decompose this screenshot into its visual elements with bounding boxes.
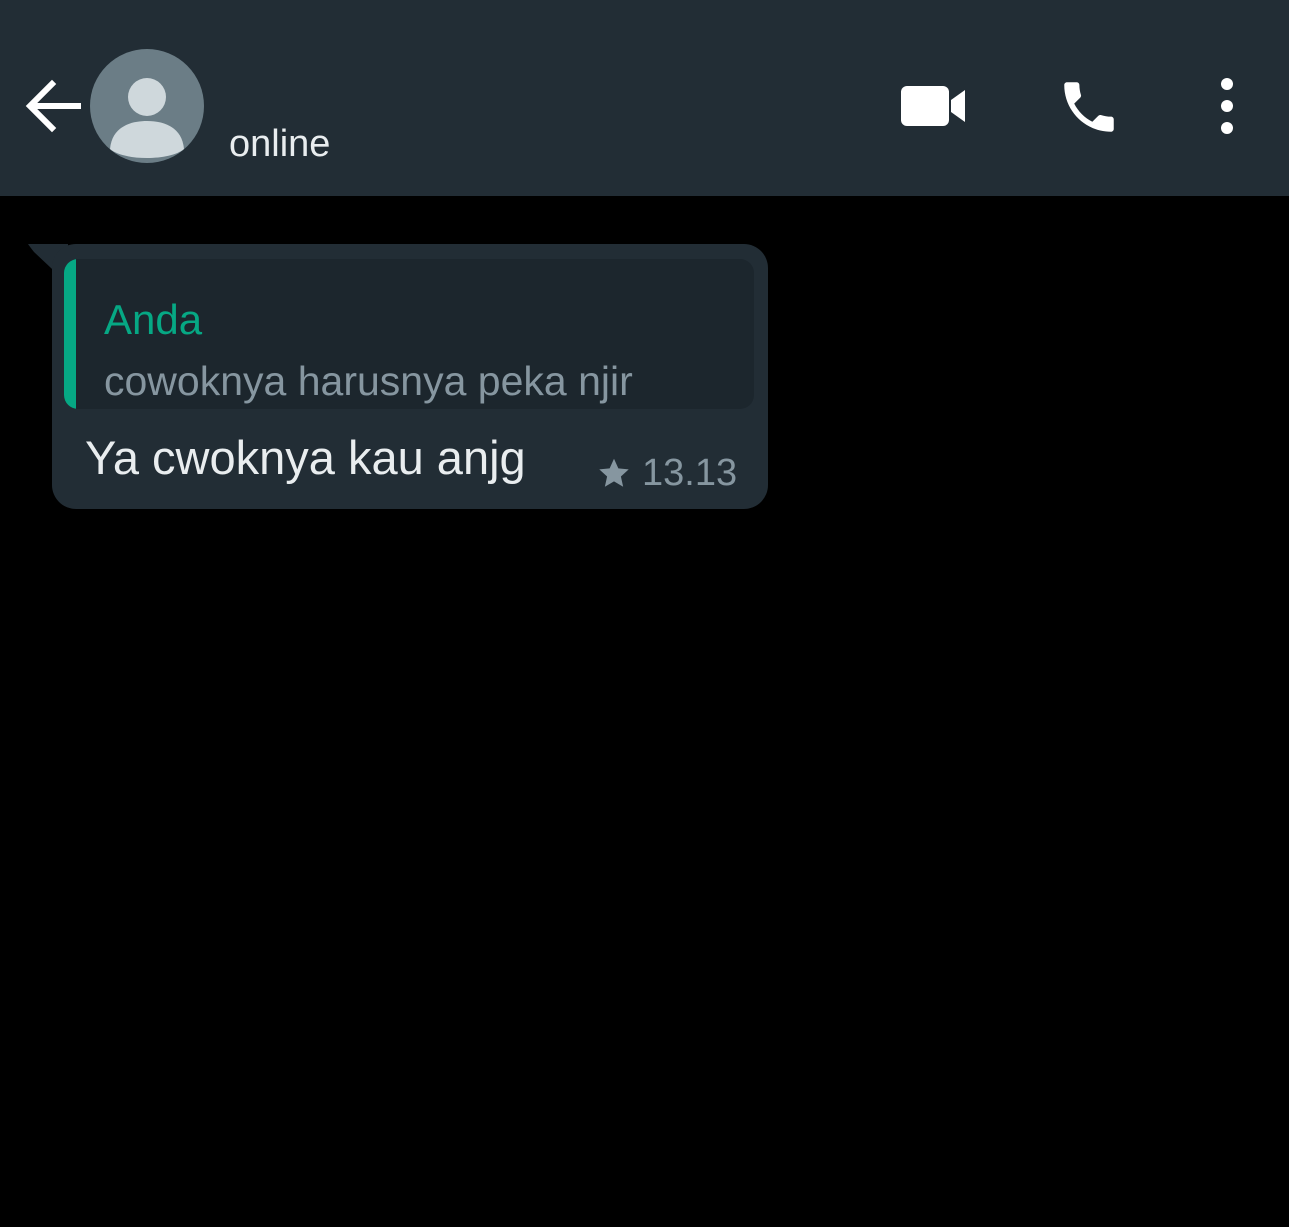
default-person-avatar-icon [110,78,184,158]
more-options-button[interactable] [1206,74,1248,138]
message-text: Ya cwoknya kau anjg [85,431,526,484]
chat-screen: online Anda cowoknya harusnya peka njir … [0,0,1289,1227]
video-camera-icon [901,86,965,126]
contact-status: online [229,123,331,165]
star-icon [599,458,629,487]
quoted-text: cowoknya harusnya peka njir [104,358,633,404]
quoted-message[interactable]: Anda cowoknya harusnya peka njir [64,259,754,409]
contact-avatar[interactable] [90,49,204,163]
quote-accent-bar [64,259,76,409]
phone-icon [1064,82,1114,132]
chat-header: online [0,0,1289,196]
voice-call-button[interactable] [1056,74,1122,140]
message-meta: 13.13 [596,450,737,496]
incoming-message-bubble[interactable]: Anda cowoknya harusnya peka njir Ya cwok… [52,244,768,509]
back-button[interactable] [20,74,84,138]
video-call-button[interactable] [895,78,971,134]
message-time: 13.13 [642,452,738,494]
quoted-author: Anda [104,296,203,343]
arrow-left-icon [25,79,81,133]
more-vertical-icon [1221,78,1233,134]
